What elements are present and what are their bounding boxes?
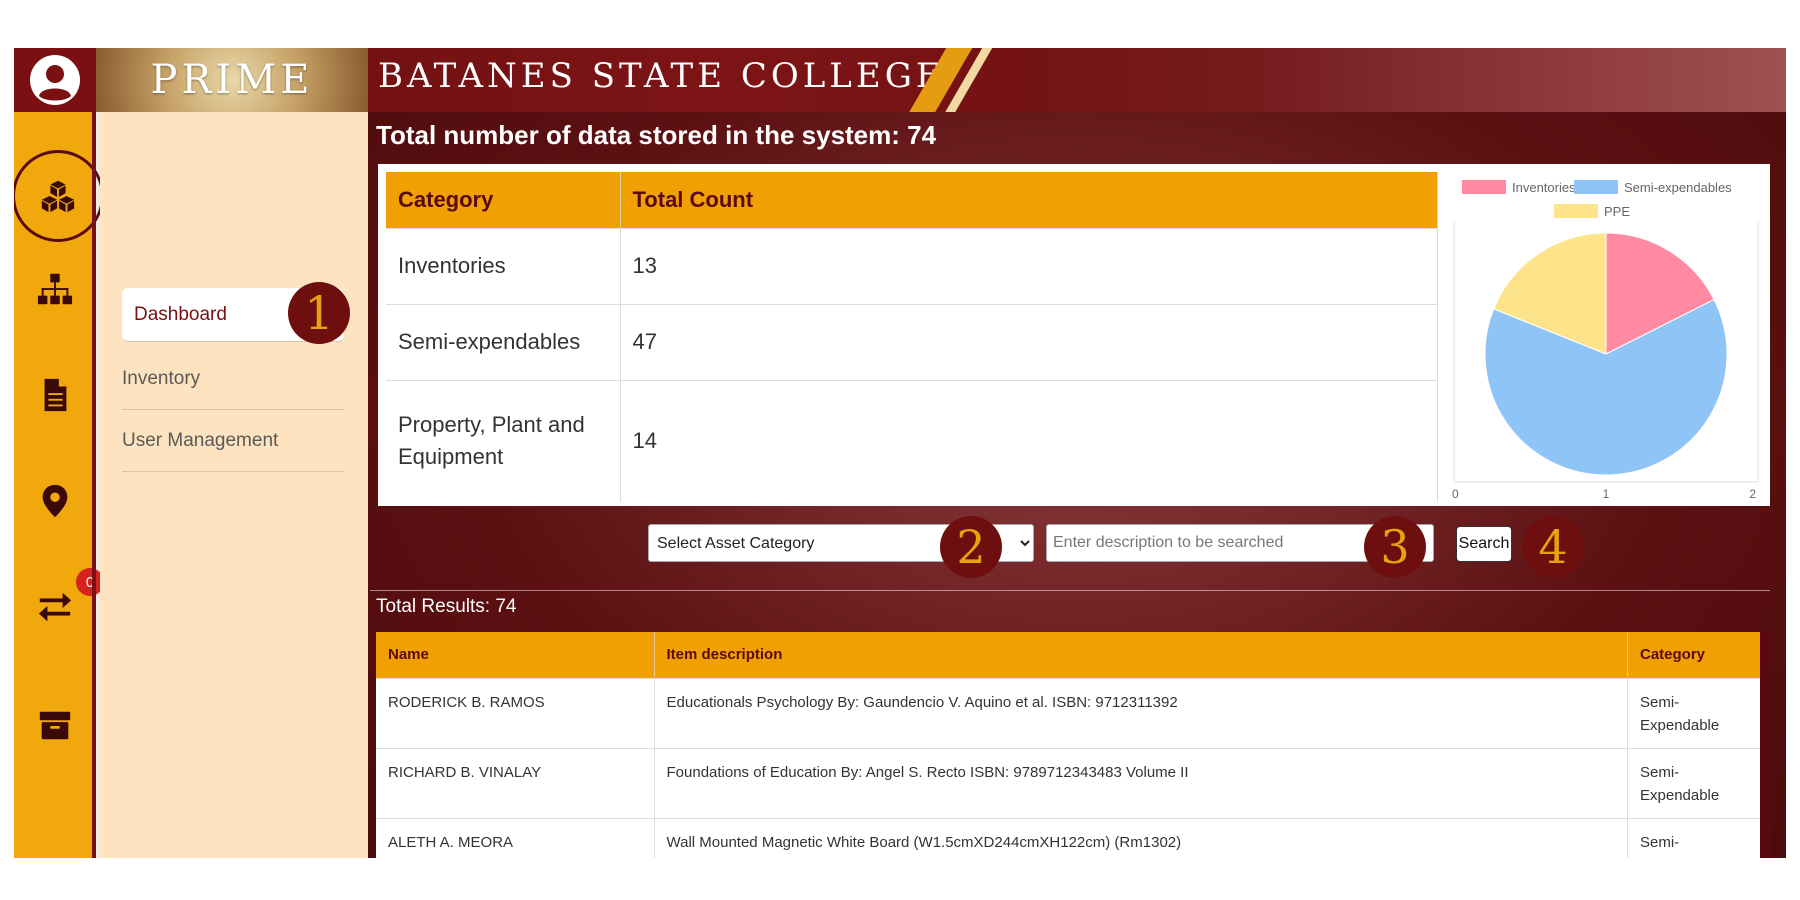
summary-title: Total number of data stored in the syste… bbox=[376, 120, 937, 150]
archive-nav-button[interactable] bbox=[28, 698, 82, 752]
results-table-container[interactable]: Name Item description Category RODERICK … bbox=[376, 632, 1768, 858]
cell-description: Educationals Psychology By: Gaundencio V… bbox=[654, 677, 1628, 748]
nav-item-label: Dashboard bbox=[134, 303, 227, 325]
archive-box-icon bbox=[39, 711, 71, 740]
page-scrollbar[interactable] bbox=[1760, 632, 1770, 858]
step-marker-1: 1 bbox=[288, 282, 350, 344]
transfer-nav-button[interactable] bbox=[28, 580, 82, 634]
summary-table: Category Total Count Inventories 13 Semi… bbox=[386, 172, 1438, 502]
search-bar: Select Asset Category 2 3 Search 4 bbox=[370, 512, 1770, 582]
main-content: Total number of data stored in the syste… bbox=[368, 112, 1786, 858]
table-row[interactable]: ALETH A. MEORA Wall Mounted Magnetic Whi… bbox=[376, 817, 1768, 858]
transfer-arrows-icon bbox=[38, 592, 72, 622]
legend-label[interactable]: Semi-expendables bbox=[1624, 180, 1732, 195]
summary-row: Inventories 13 bbox=[386, 227, 1438, 304]
summary-category: Semi-expendables bbox=[386, 303, 621, 380]
column-header-item-description[interactable]: Item description bbox=[654, 632, 1628, 678]
nav-item-inventory[interactable]: Inventory bbox=[122, 348, 344, 410]
results-table: Name Item description Category RODERICK … bbox=[376, 632, 1768, 858]
documents-nav-button[interactable] bbox=[28, 368, 82, 422]
column-header-total-count: Total Count bbox=[620, 172, 1438, 228]
summary-count: 13 bbox=[620, 227, 1438, 304]
column-header-name[interactable]: Name bbox=[376, 632, 655, 678]
step-marker-4: 4 bbox=[1522, 516, 1584, 578]
legend-label[interactable]: Inventories bbox=[1512, 180, 1576, 195]
search-button[interactable]: Search bbox=[1456, 526, 1512, 562]
table-row[interactable]: RICHARD B. VINALAY Foundations of Educat… bbox=[376, 747, 1768, 818]
prime-logo: PRIME bbox=[96, 48, 368, 112]
app-window: PRIME BATANES STATE COLLEGE 0 Dashboard … bbox=[14, 48, 1786, 858]
location-nav-button[interactable] bbox=[28, 474, 82, 528]
cell-description: Foundations of Education By: Angel S. Re… bbox=[654, 747, 1628, 818]
cell-name: RICHARD B. VINALAY bbox=[376, 747, 655, 818]
legend-swatch[interactable] bbox=[1574, 180, 1618, 194]
category-pie-chart: Inventories Semi-expendables PPE 0 1 2 bbox=[1448, 170, 1764, 502]
icon-rail: 0 bbox=[14, 112, 104, 858]
summary-category: Property, Plant and Equipment bbox=[386, 379, 621, 502]
legend-swatch[interactable] bbox=[1554, 204, 1598, 218]
column-header-category: Category bbox=[386, 172, 621, 228]
map-pin-icon bbox=[42, 484, 68, 518]
top-header: PRIME BATANES STATE COLLEGE bbox=[14, 48, 1786, 112]
cell-name: RODERICK B. RAMOS bbox=[376, 677, 655, 748]
nav-item-label: User Management bbox=[122, 429, 279, 451]
legend-label[interactable]: PPE bbox=[1604, 204, 1630, 219]
header-background-photo bbox=[1014, 48, 1786, 112]
cell-category: Semi-Expendable bbox=[1627, 747, 1768, 818]
summary-category: Inventories bbox=[386, 227, 621, 304]
sitemap-icon bbox=[37, 273, 73, 305]
x-tick-label: 1 bbox=[1603, 487, 1610, 501]
cubes-icon bbox=[41, 180, 75, 213]
structure-nav-button[interactable] bbox=[28, 262, 82, 316]
cell-category: Semi-Expendable bbox=[1627, 677, 1768, 748]
summary-card: Category Total Count Inventories 13 Semi… bbox=[378, 164, 1770, 506]
college-name: BATANES STATE COLLEGE bbox=[378, 56, 945, 96]
nav-item-label: Inventory bbox=[122, 367, 201, 389]
divider bbox=[370, 590, 1770, 591]
column-header-category[interactable]: Category bbox=[1627, 632, 1768, 678]
x-tick-label: 0 bbox=[1452, 487, 1459, 501]
assets-nav-button[interactable] bbox=[14, 150, 104, 242]
table-row[interactable]: RODERICK B. RAMOS Educationals Psycholog… bbox=[376, 677, 1768, 748]
summary-count: 47 bbox=[620, 303, 1438, 380]
user-avatar-icon bbox=[30, 55, 80, 105]
summary-row: Semi-expendables 47 bbox=[386, 303, 1438, 380]
summary-count: 14 bbox=[620, 379, 1438, 502]
cell-description: Wall Mounted Magnetic White Board (W1.5c… bbox=[654, 817, 1628, 858]
results-count: Total Results: 74 bbox=[376, 596, 517, 617]
legend-swatch[interactable] bbox=[1462, 180, 1506, 194]
step-marker-2: 2 bbox=[940, 516, 1002, 578]
summary-row: Property, Plant and Equipment 14 bbox=[386, 379, 1438, 502]
document-icon bbox=[44, 378, 67, 412]
user-profile-button[interactable] bbox=[14, 48, 96, 112]
x-tick-label: 2 bbox=[1749, 487, 1756, 501]
cell-name: ALETH A. MEORA bbox=[376, 817, 655, 858]
step-marker-3: 3 bbox=[1364, 516, 1426, 578]
cell-category: Semi-Expendable bbox=[1627, 817, 1768, 858]
side-navigation: Dashboard Inventory User Management bbox=[100, 112, 368, 858]
nav-item-user-management[interactable]: User Management bbox=[122, 410, 344, 472]
logo-text: PRIME bbox=[150, 57, 314, 103]
